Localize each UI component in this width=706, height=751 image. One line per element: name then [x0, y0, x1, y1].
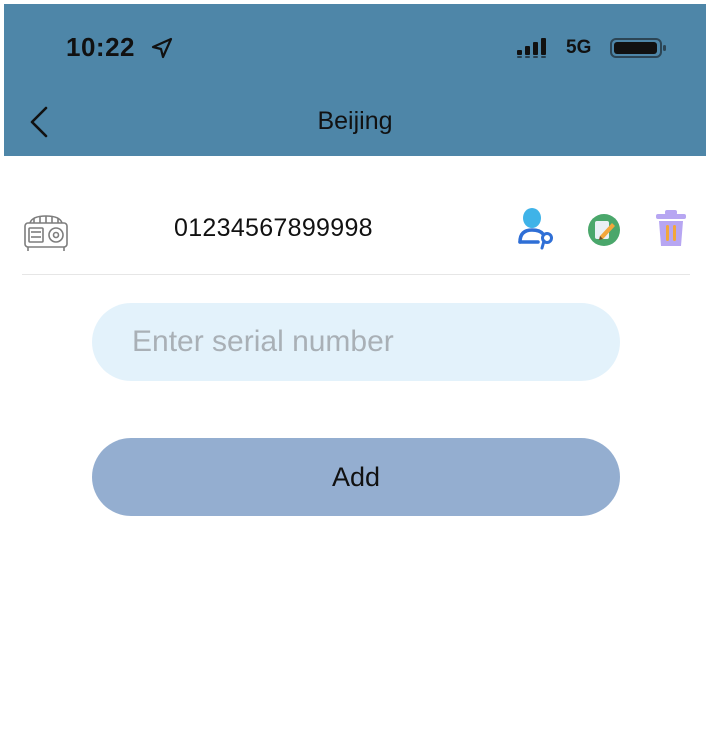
device-list-item: 01234567899998 [22, 186, 690, 275]
app-screen: 10:22 5G Beijing 01234567899998 Enter se… [0, 0, 706, 751]
page-title: Beijing [317, 107, 393, 135]
header-bar: 10:22 5G Beijing [4, 4, 706, 156]
device-unit-icon [24, 215, 68, 251]
signal-bars-icon [517, 38, 546, 58]
assign-user-icon[interactable] [516, 206, 556, 250]
device-serial-number: 01234567899998 [174, 214, 373, 242]
location-arrow-icon [151, 37, 173, 59]
serial-number-input[interactable] [92, 303, 620, 381]
network-type-label: 5G [566, 37, 592, 58]
edit-icon[interactable] [586, 212, 622, 248]
status-time: 10:22 [66, 32, 135, 62]
add-button[interactable]: Add [92, 438, 620, 516]
battery-icon [610, 38, 666, 58]
trash-icon[interactable] [654, 208, 688, 248]
